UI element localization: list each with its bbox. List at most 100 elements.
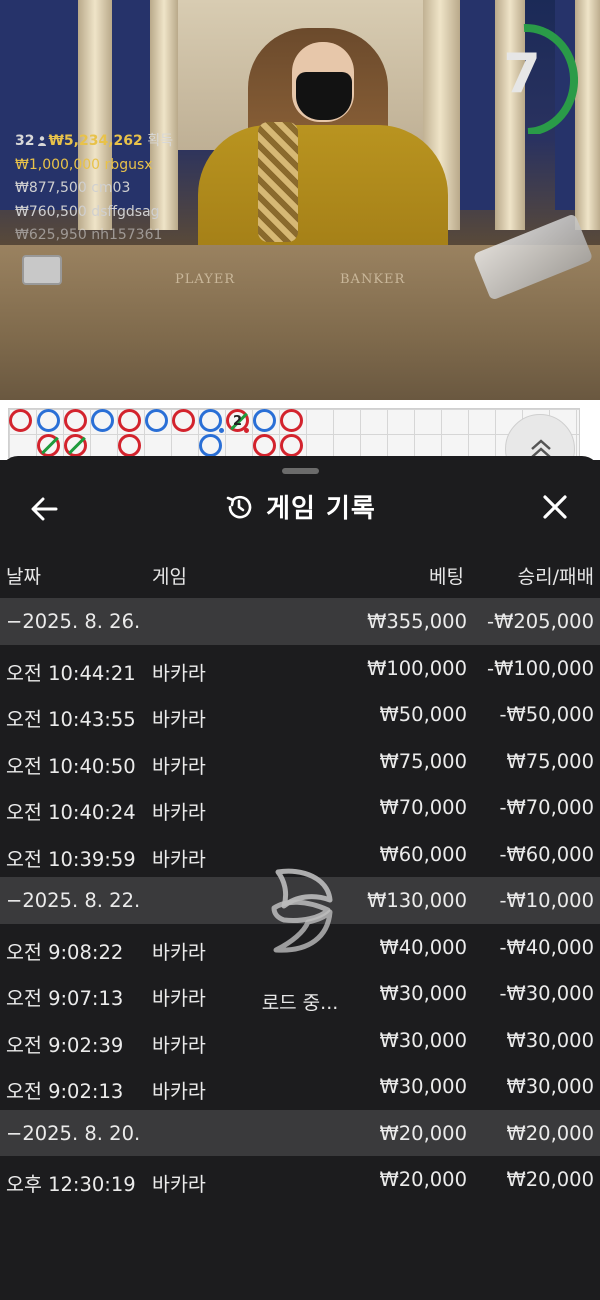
page-title: 게임 기록 [266,494,376,524]
history-row[interactable]: 오전 10:40:50 바카라 ₩75,000 ₩75,000 [0,738,600,785]
card-box [22,255,62,285]
live-video-stream: PLAYER BANKER 32 ₩5,234,262 획득 ₩1,000,000… [0,0,600,400]
road-badge: 2 [233,414,243,429]
dealer-mask [296,72,352,120]
pillar [575,0,600,230]
banker-bead [253,434,276,457]
player-bead [199,434,222,457]
row-time: 오전 10:43:55 [6,708,136,731]
banker-bead [280,409,303,432]
close-button[interactable] [538,490,572,524]
row-bet: ₩30,000 [379,982,467,1005]
row-time: 오전 9:02:13 [6,1080,124,1103]
loading-text: 로드 중... [261,992,339,1014]
player-count: 32 [15,133,35,149]
winner-row: ₩1,000,000 rbgusx [15,154,173,178]
winner-amount: ₩1,000,000 [15,156,101,173]
winner-amount: ₩877,500 [15,180,87,196]
row-bet: ₩20,000 [379,1168,467,1191]
row-time: 오전 9:07:13 [6,987,124,1010]
column-header-game: 게임 [152,566,187,588]
banker-bead [172,409,195,432]
banker-bead [280,434,303,457]
loading-indicator: 로드 중... [242,866,362,1016]
column-header-win-loss: 승리/패배 [517,566,594,588]
banker-pair-dot [244,428,249,433]
row-win-loss: -₩60,000 [499,842,594,866]
countdown-timer: 7 [492,22,578,136]
dealer-body [198,125,448,255]
winner-user: nh157361 [91,227,163,243]
history-row[interactable]: 오전 10:44:21 바카라 ₩100,000 -₩100,000 [0,645,600,692]
history-row[interactable]: 오전 10:40:24 바카라 ₩70,000 -₩70,000 [0,784,600,831]
winner-amount: ₩625,950 [15,227,87,243]
row-game: 바카라 [152,1033,206,1057]
row-time: 오전 10:40:50 [6,754,136,778]
row-win-loss: ₩75,000 [506,749,594,773]
history-clock-icon [226,495,252,518]
group-win-total: ₩20,000 [506,1121,594,1145]
row-bet: ₩50,000 [379,703,467,726]
column-header-bet: 베팅 [429,566,464,588]
row-game: 바카라 [152,801,206,824]
row-game: 바카라 [152,661,206,685]
row-game: 바카라 [152,940,206,964]
row-time: 오전 9:08:22 [6,940,124,964]
banker-bead [9,409,32,432]
row-game: 바카라 [152,987,206,1010]
row-time: 오전 9:02:39 [6,1033,124,1057]
winner-amount: ₩760,500 [15,203,87,220]
timer-value: 7 [503,42,541,105]
winner-user: dsffgdsag [91,203,160,220]
row-win-loss: ₩30,000 [506,1028,594,1052]
row-time: 오전 10:44:21 [6,661,136,685]
row-bet: ₩70,000 [379,796,467,819]
date-group-row[interactable]: −2025. 8. 26. ₩355,000 -₩205,000 [0,598,600,645]
row-game: 바카라 [152,1080,206,1103]
date-group-row[interactable]: −2025. 8. 20. ₩20,000 ₩20,000 [0,1109,600,1156]
row-game: 바카라 [152,754,206,778]
spinner-icon [271,868,333,953]
row-win-loss: -₩70,000 [499,796,594,819]
sheet-drag-handle[interactable] [282,468,319,474]
game-history-sheet: 게임 기록 날짜 게임 베팅 승리/패배 −2025. 8. 26. ₩355,… [0,456,600,1300]
group-date: −2025. 8. 26. [6,610,141,633]
row-bet: ₩75,000 [379,749,467,773]
row-bet: ₩100,000 [367,656,467,680]
winner-row: ₩877,500 cm03 [15,177,173,201]
dealer-scarf [258,122,298,242]
group-date: −2025. 8. 22. [6,889,141,912]
total-winnings-row: 32 ₩5,234,262 획득 [15,130,173,154]
row-time: 오후 12:30:19 [6,1173,136,1196]
winner-user: cm03 [91,180,131,196]
group-bet-total: ₩355,000 [367,610,467,633]
player-pair-dot [219,428,224,433]
group-bet-total: ₩130,000 [367,889,467,912]
row-win-loss: ₩30,000 [506,1075,594,1098]
row-game: 바카라 [152,708,206,731]
history-row[interactable]: 오전 10:43:55 바카라 ₩50,000 -₩50,000 [0,691,600,738]
history-row[interactable]: 오전 9:02:13 바카라 ₩30,000 ₩30,000 [0,1063,600,1110]
player-bead [37,409,60,432]
row-time: 오전 10:40:24 [6,801,136,824]
banker-bead [64,409,87,432]
history-row[interactable]: 오후 12:30:19 바카라 ₩20,000 ₩20,000 [0,1156,600,1203]
row-time: 오전 10:39:59 [6,847,136,871]
row-win-loss: ₩20,000 [506,1168,594,1191]
row-bet: ₩60,000 [379,842,467,866]
group-bet-total: ₩20,000 [379,1121,467,1145]
row-win-loss: -₩50,000 [499,703,594,726]
player-bead [145,409,168,432]
column-header-date: 날짜 [6,566,41,588]
winners-overlay: 32 ₩5,234,262 획득 ₩1,000,000 rbgusx ₩877,5… [15,130,173,248]
won-suffix: 획득 [147,133,173,149]
total-won-amount: ₩5,234,262 [48,133,143,149]
row-game: 바카라 [152,847,206,871]
group-win-total: -₩205,000 [487,610,594,633]
player-bead [253,409,276,432]
row-win-loss: -₩100,000 [487,656,594,680]
history-row[interactable]: 오전 9:02:39 바카라 ₩30,000 ₩30,000 [0,1017,600,1064]
row-win-loss: -₩30,000 [499,982,594,1005]
sheet-header: 게임 기록 [0,488,600,528]
row-bet: ₩30,000 [379,1028,467,1052]
